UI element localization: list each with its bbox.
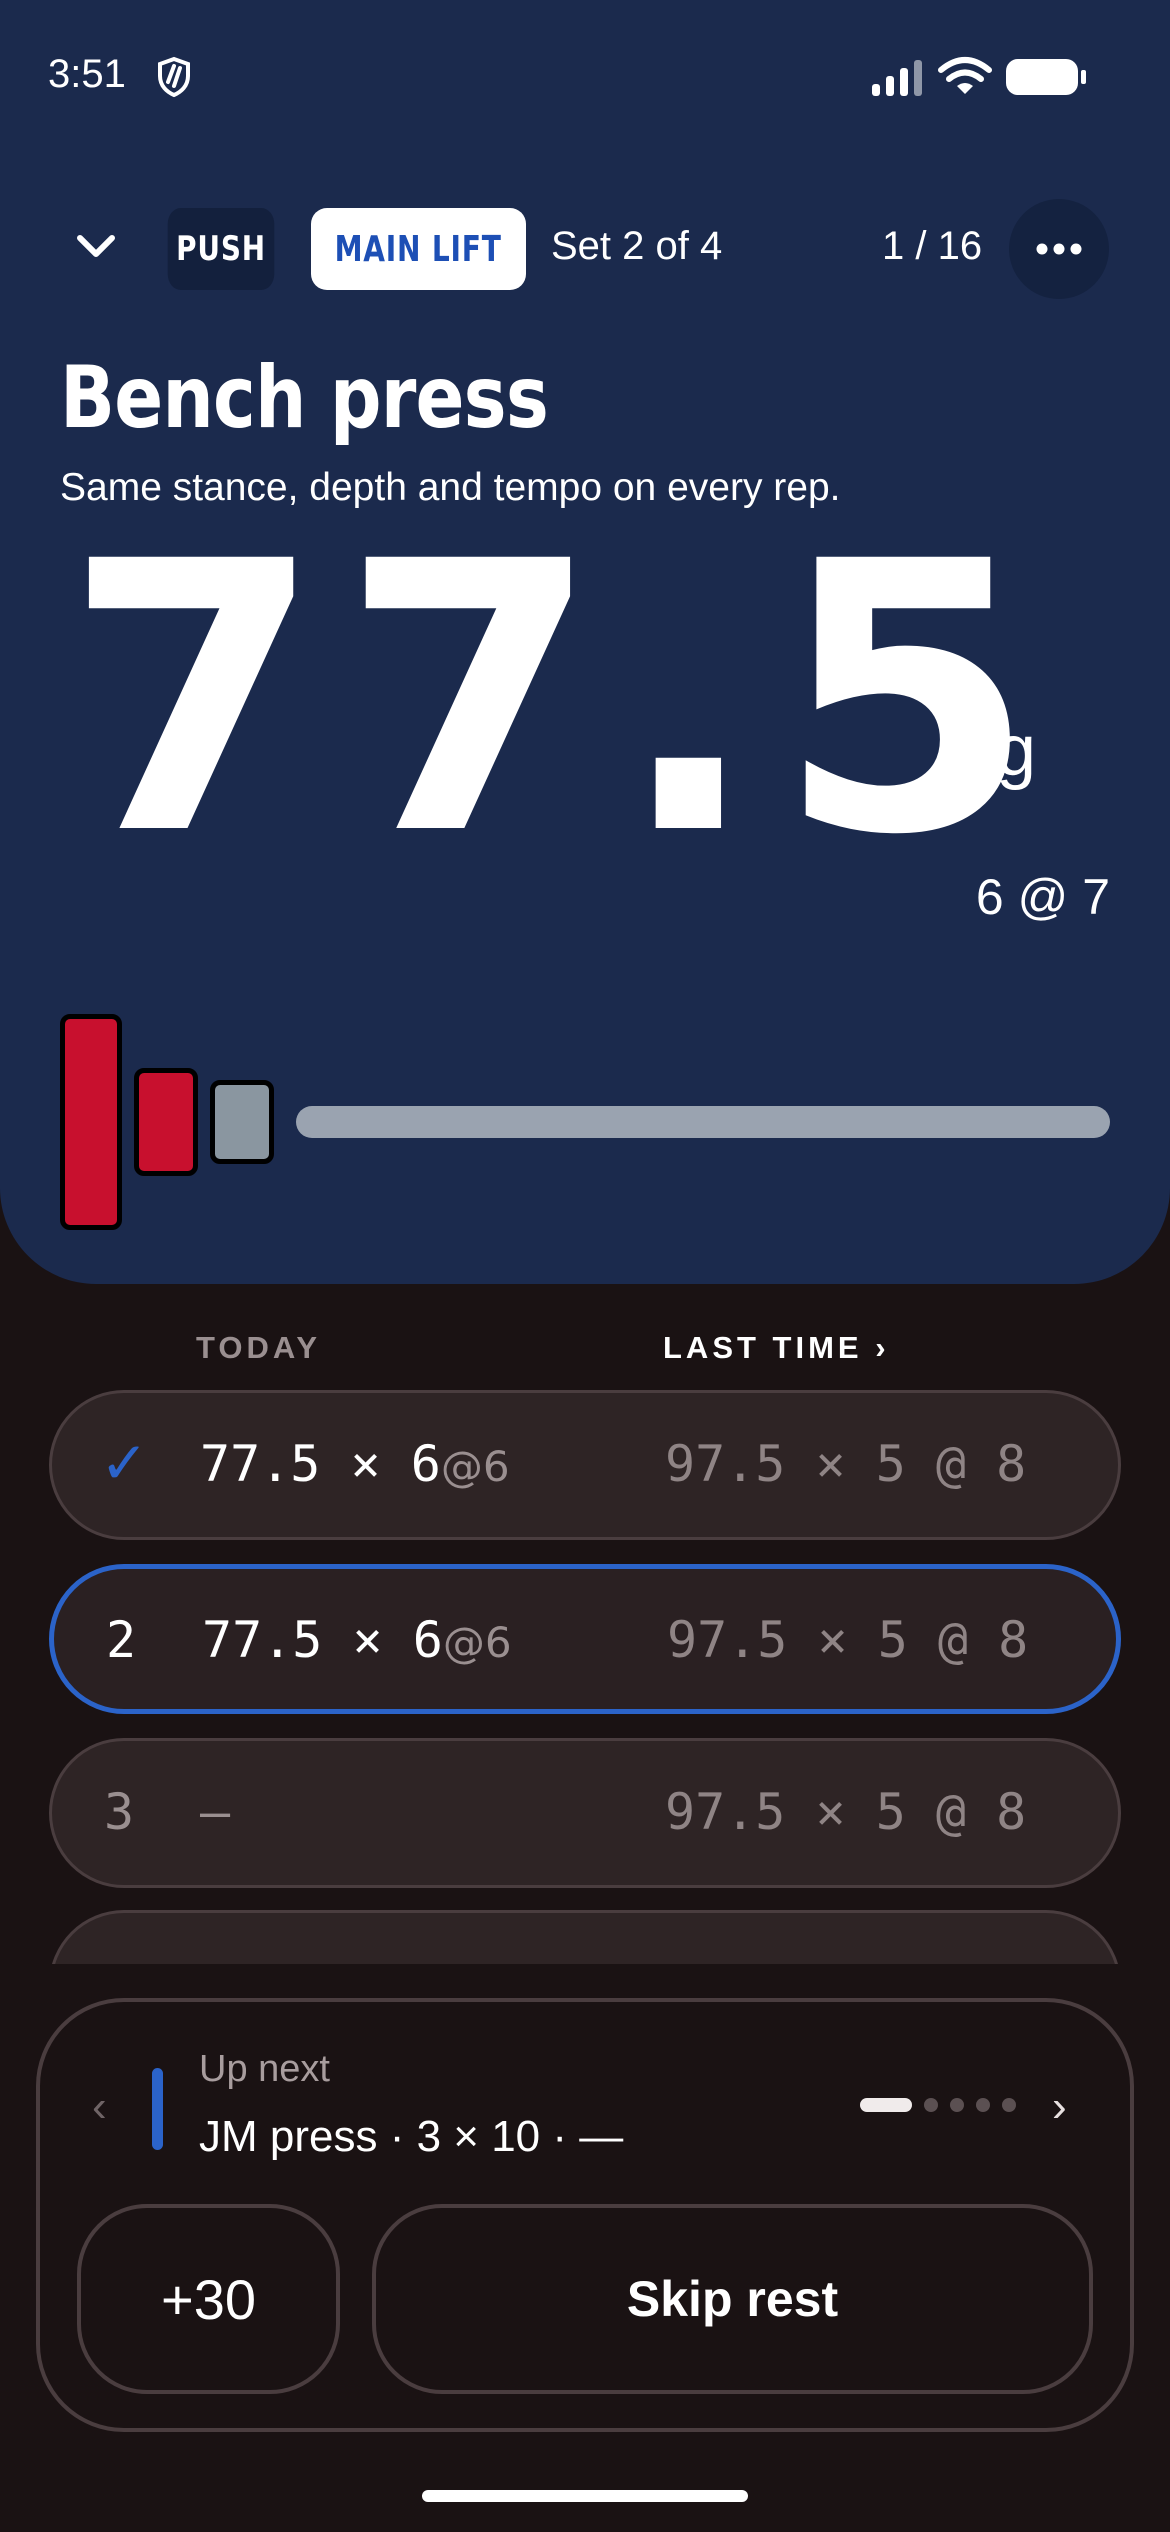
- set-today-rpe: @6: [442, 1618, 512, 1667]
- set-today-value: —: [200, 1783, 231, 1841]
- set-row[interactable]: ✓ 77.5 × 6@6 97.5 × 5 @ 8: [49, 1390, 1121, 1540]
- lift-type-tag: MAIN LIFT: [311, 208, 526, 290]
- next-arrow-icon[interactable]: ›: [1052, 2082, 1067, 2132]
- page-indicator: [860, 2098, 1016, 2112]
- plate-red-small: [134, 1068, 198, 1176]
- column-last-time[interactable]: LAST TIME ›: [663, 1330, 890, 1366]
- plate-red-large: [60, 1014, 122, 1230]
- page-dot: [924, 2098, 938, 2112]
- battery-icon: [1006, 59, 1086, 95]
- set-today-weight-reps: 77.5 × 6: [200, 1435, 441, 1493]
- page-dot: [1002, 2098, 1016, 2112]
- up-next-accent-bar: [152, 2068, 163, 2150]
- column-today: TODAY: [196, 1330, 322, 1365]
- set-number: 2: [106, 1611, 137, 1669]
- set-today-rpe: @6: [440, 1442, 510, 1491]
- exercise-title: Bench press: [60, 348, 549, 448]
- set-row-active[interactable]: 2 77.5 × 6@6 97.5 × 5 @ 8: [49, 1564, 1121, 1714]
- set-last-time-value: 97.5 × 5 @ 8: [665, 1783, 1027, 1841]
- up-next-exercise[interactable]: JM press · 3 × 10 · —: [199, 2112, 623, 2162]
- target-reps-rpe: 6 @ 7: [975, 869, 1110, 925]
- weight-unit: kg: [960, 711, 1037, 791]
- completed-check-icon: ✓: [100, 1429, 149, 1497]
- more-icon: [1036, 243, 1082, 255]
- set-row[interactable]: 3 — 97.5 × 5 @ 8: [49, 1738, 1121, 1888]
- status-time: 3:51: [48, 52, 126, 96]
- cellular-signal-icon: [872, 60, 922, 96]
- barbell-sleeve: [296, 1106, 1110, 1138]
- page-dot: [950, 2098, 964, 2112]
- plate-gray: [210, 1080, 274, 1164]
- set-row-partial[interactable]: [49, 1910, 1121, 1964]
- page-dot: [976, 2098, 990, 2112]
- exercise-counter: 1 / 16: [882, 224, 983, 268]
- collapse-chevron-icon[interactable]: [66, 222, 126, 272]
- set-row-peek: [0, 1910, 1170, 1964]
- set-last-time-value: 97.5 × 5 @ 8: [665, 1435, 1027, 1493]
- up-next-label: Up next: [199, 2048, 330, 2090]
- set-progress-label: Set 2 of 4: [551, 224, 723, 268]
- category-tag: PUSH: [167, 208, 275, 290]
- set-number: 3: [104, 1783, 135, 1841]
- lift-type-label: MAIN LIFT: [334, 228, 503, 270]
- set-today-weight-reps: 77.5 × 6: [202, 1611, 443, 1669]
- home-indicator[interactable]: [422, 2490, 748, 2502]
- add-rest-time-button[interactable]: +30: [77, 2204, 340, 2394]
- set-today-value: 77.5 × 6@6: [202, 1611, 512, 1669]
- skip-rest-button[interactable]: Skip rest: [372, 2204, 1093, 2394]
- more-options-button[interactable]: [1009, 199, 1109, 299]
- set-today-value: 77.5 × 6@6: [200, 1435, 510, 1493]
- page-dot-active: [860, 2098, 912, 2112]
- shield-icon: [158, 56, 190, 98]
- wifi-icon: [938, 57, 992, 94]
- set-last-time-value: 97.5 × 5 @ 8: [667, 1611, 1029, 1669]
- target-weight[interactable]: 77.5: [64, 500, 1054, 900]
- previous-arrow-icon[interactable]: ‹: [92, 2082, 107, 2132]
